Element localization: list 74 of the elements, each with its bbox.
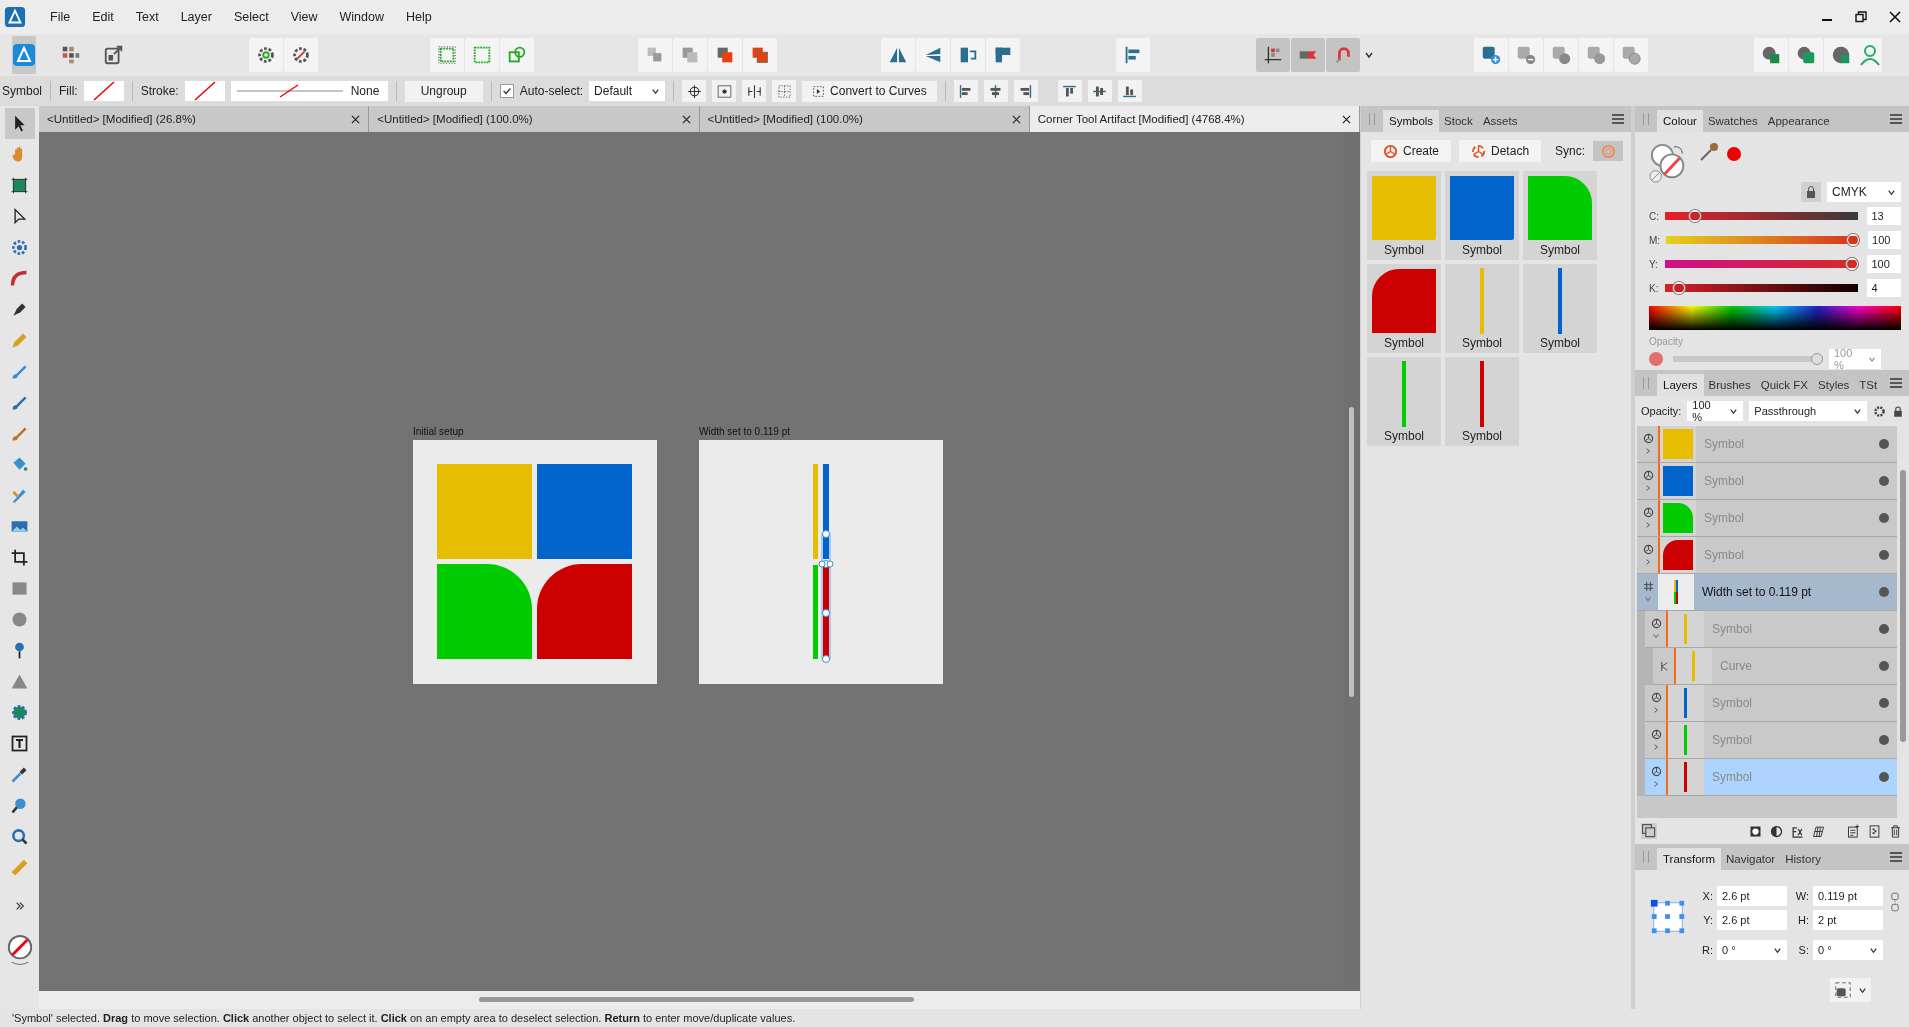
artboard-label: Initial setup [413, 426, 465, 437]
detach-symbol-button[interactable]: Detach [1459, 140, 1542, 162]
transform-field[interactable]: 0.119 pt [1813, 886, 1883, 906]
menu-item[interactable]: View [290, 10, 318, 24]
artboard-label: Width set to 0.119 pt [699, 426, 791, 437]
menu-item[interactable]: Edit [92, 10, 114, 24]
symbol-tile[interactable]: Symbol [1445, 171, 1519, 260]
opacity-label: Opacity: [1641, 405, 1682, 417]
channel-value-field[interactable]: 100 [1867, 255, 1901, 273]
menu-item[interactable]: File [50, 10, 71, 24]
document-tab[interactable]: Corner Tool Artifact [Modified] (4768.4%) [1029, 106, 1360, 132]
colour-model-dropdown[interactable]: CMYK [1827, 182, 1901, 202]
document-tab[interactable]: <Untitled> [Modified] (100.0%) [699, 106, 1030, 132]
layer-row[interactable]: Width set to 0.119 pt [1637, 574, 1897, 611]
panel-tab[interactable]: Symbols [1383, 110, 1440, 132]
document-tab[interactable]: <Untitled> [Modified] (100.0%) [369, 106, 700, 132]
transform-label: W: [1795, 890, 1809, 902]
transform-field[interactable]: 0 ° [1813, 940, 1883, 960]
menu-item[interactable]: Text [135, 10, 159, 24]
panel-tab[interactable]: Appearance [1762, 110, 1835, 132]
menu-item[interactable]: Help [406, 10, 432, 24]
menu-item[interactable]: Window [339, 10, 384, 24]
auto-select-label: Auto-select: [519, 84, 584, 98]
fill-label: Fill: [59, 84, 78, 98]
transform-label: Y: [1702, 914, 1713, 926]
stroke-label: Stroke: [140, 84, 179, 98]
panel-tab[interactable]: Transform [1657, 848, 1721, 870]
auto-select-dropdown[interactable]: Default [589, 81, 666, 101]
panel-tab[interactable]: History [1780, 848, 1826, 870]
panel-tab[interactable]: Stock [1439, 110, 1478, 132]
transform-field[interactable]: 2 pt [1813, 910, 1883, 930]
panel-tab[interactable]: Navigator [1721, 848, 1781, 870]
symbol-tile[interactable]: Symbol [1523, 264, 1597, 353]
channel-value-field[interactable]: 4 [1867, 279, 1901, 297]
symbol-tile[interactable]: Symbol [1367, 264, 1441, 353]
create-symbol-button[interactable]: Create [1371, 140, 1452, 162]
panel-tab[interactable]: Swatches [1702, 110, 1763, 132]
panel-tab[interactable]: Colour [1657, 110, 1703, 132]
channel-label: C: [1649, 210, 1660, 222]
selection-type-label: Symbol [2, 84, 42, 98]
transform-field[interactable]: 2.6 pt [1717, 886, 1787, 906]
panel-tab[interactable]: Assets [1477, 110, 1523, 132]
symbol-tile[interactable]: Symbol [1367, 171, 1441, 260]
transform-label: S: [1797, 944, 1809, 956]
layer-opacity-dropdown[interactable]: 100 % [1687, 401, 1744, 421]
panel-tab[interactable]: Brushes [1703, 374, 1756, 396]
panel-tab[interactable]: Layers [1657, 374, 1704, 396]
panel-tab[interactable]: TSt [1854, 374, 1883, 396]
stroke-style-field[interactable]: None [230, 81, 388, 101]
transform-field[interactable]: 0 ° [1717, 940, 1787, 960]
menu-item[interactable]: Select [233, 10, 269, 24]
symbol-tile[interactable]: Symbol [1445, 357, 1519, 446]
transform-label: R: [1701, 944, 1713, 956]
document-tab[interactable]: <Untitled> [Modified] (26.8%) [39, 106, 370, 132]
channel-label: K: [1649, 282, 1660, 294]
ungroup-button[interactable]: Ungroup [404, 80, 483, 102]
channel-value-field[interactable]: 13 [1867, 207, 1901, 225]
channel-value-field[interactable]: 100 [1868, 231, 1901, 249]
symbol-tile[interactable]: Symbol [1367, 357, 1441, 446]
channel-label: M: [1649, 234, 1661, 246]
opacity-label: Opacity [1649, 336, 1684, 347]
symbol-tile[interactable]: Symbol [1523, 171, 1597, 260]
transform-field[interactable]: 2.6 pt [1717, 910, 1787, 930]
sync-label: Sync: [1555, 144, 1586, 158]
transform-label: H: [1797, 914, 1809, 926]
menu-item[interactable]: Layer [180, 10, 212, 24]
panel-tab[interactable]: Quick FX [1755, 374, 1813, 396]
status-bar-text: 'Symbol' selected. Drag to move selection. Click another object to select it. Click on an empty area to deselect selection. Return to enter move/duplicate values. [0, 1009, 1909, 1027]
transform-label: X: [1701, 890, 1713, 902]
blend-mode-dropdown[interactable]: Passthrough [1749, 401, 1868, 421]
channel-label: Y: [1649, 258, 1659, 270]
symbol-tile[interactable]: Symbol [1445, 264, 1519, 353]
panel-tab[interactable]: Styles [1813, 374, 1855, 396]
convert-to-curves-button[interactable]: Convert to Curves [802, 80, 937, 102]
